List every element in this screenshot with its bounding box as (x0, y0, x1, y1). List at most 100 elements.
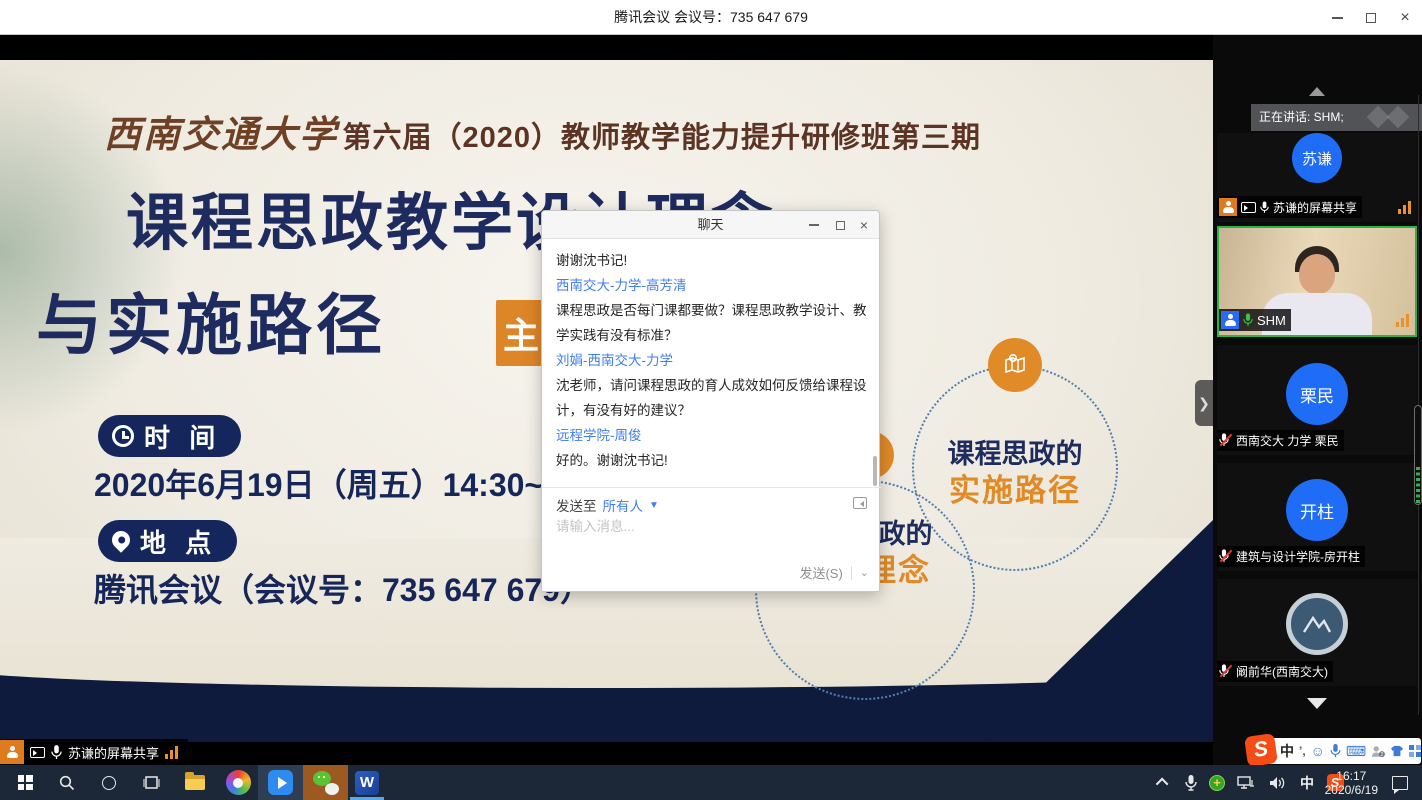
chat-minimize-button[interactable] (801, 211, 827, 239)
send-separator (851, 566, 852, 580)
word-taskbar-button[interactable]: W (348, 765, 386, 800)
tray-clock[interactable]: 16:17 2020/6/19 (1325, 765, 1378, 800)
sidebar-collapse-button[interactable]: ❯ (1195, 380, 1213, 426)
send-to-row: 发送至 所有人 ▼ (556, 495, 659, 515)
speaking-now-text: 正在讲话: SHM; (1259, 110, 1344, 124)
participant-tile-shm-video[interactable]: SHM (1217, 226, 1417, 337)
toolbox-grid-icon[interactable] (1409, 745, 1421, 757)
ethernet-icon (1237, 776, 1255, 790)
video-person-face (1299, 254, 1335, 294)
scroll-down-arrow[interactable] (1307, 698, 1327, 709)
file-explorer-button[interactable] (176, 765, 214, 800)
tray-mic-button[interactable] (1178, 765, 1204, 800)
tray-app-button[interactable]: + (1204, 765, 1230, 800)
skin-icon[interactable] (1390, 745, 1404, 757)
start-button[interactable] (8, 765, 42, 800)
window-title: 腾讯会议 会议号：735 647 679 (0, 0, 1422, 35)
window-minimize-button[interactable] (1320, 0, 1354, 35)
window-restore-button[interactable] (1354, 0, 1388, 35)
tray-network-button[interactable] (1232, 765, 1260, 800)
send-options-chevron-icon[interactable]: ⌄ (860, 566, 869, 579)
location-pill: 地 点 (98, 520, 237, 562)
person-icon (1224, 314, 1236, 326)
mic-muted-icon (1219, 433, 1232, 448)
chat-sender[interactable]: 西南交大-力学-高芳清 (556, 273, 867, 298)
participant-label: 建筑与设计学院-房开柱 (1217, 546, 1365, 567)
participant-name: 西南交大 力学 栗民 (1236, 432, 1339, 449)
mic-icon (51, 745, 62, 760)
chat-message-list[interactable]: 谢谢沈书记! 西南交大-力学-高芳清 课程思政是否每门课都要做？课程思政教学设计… (542, 239, 881, 486)
tencent-meeting-taskbar-button[interactable] (258, 765, 303, 800)
chat-input[interactable] (556, 519, 856, 534)
chat-sender[interactable]: 刘娟-西南交大-力学 (556, 348, 867, 373)
green-app-icon: + (1209, 775, 1225, 791)
tray-volume-button[interactable] (1262, 765, 1292, 800)
chat-message: 沈老师，请问课程思政的育人成效如何反馈给课程设计，有没有好的建议？ (556, 373, 867, 423)
chat-divider (542, 487, 881, 488)
mic-muted-icon (1219, 664, 1232, 679)
circle1-text-line2: 实施路径 (912, 465, 1118, 510)
host-role-icon (1219, 198, 1237, 216)
participant-label: SHM (1219, 309, 1291, 331)
slide-header: 西南交通大学 第六届（2020）教师教学能力提升研修班第三期 (104, 104, 981, 158)
browser-button[interactable] (218, 765, 258, 800)
participant-tile-suqian[interactable]: 苏谦 苏谦的屏幕共享 (1217, 133, 1417, 222)
cortana-icon (102, 776, 116, 790)
emblem-icon (1300, 612, 1334, 636)
action-center-button[interactable] (1382, 765, 1418, 800)
time-pill-label: 时 间 (144, 418, 221, 455)
sogou-logo-icon[interactable]: S (1244, 733, 1278, 767)
popout-icon[interactable] (853, 497, 867, 509)
chat-maximize-button[interactable] (827, 211, 853, 239)
chat-close-button[interactable]: × (851, 211, 877, 239)
chat-titlebar[interactable]: 聊天 × (542, 211, 879, 239)
slide-header-text: 第六届（2020）教师教学能力提升研修班第三期 (342, 122, 981, 154)
implementation-path-icon (988, 338, 1042, 392)
university-calligraphy: 西南交通大学 (104, 112, 338, 156)
tray-ime-mode-button[interactable]: 中 (1294, 765, 1320, 800)
word-icon: W (355, 771, 379, 795)
location-value: 腾讯会议（会议号：735 647 679） (94, 565, 592, 611)
voice-input-icon[interactable] (1330, 744, 1341, 758)
participant-name: 苏谦的屏幕共享 (1273, 199, 1357, 216)
ime-mode-toggle[interactable]: 中 (1280, 744, 1294, 758)
send-to-selector[interactable]: 所有人 (603, 495, 644, 515)
speaking-now-banner: 正在讲话: SHM; (1251, 104, 1422, 131)
member-role-icon (1221, 311, 1239, 329)
soft-keyboard-icon[interactable]: ⌨ (1346, 744, 1366, 758)
chat-window: 聊天 × 谢谢沈书记! 西南交大-力学-高芳清 课程思政是否每门课都要做？课程思… (541, 210, 880, 592)
time-value: 2020年6月19日（周五）14:30~16: (94, 460, 589, 506)
sidebar-scrollbar-thumb[interactable] (1414, 405, 1422, 505)
emoji-icon[interactable]: ☺ (1311, 744, 1325, 758)
participant-tile-kanqianhua[interactable]: 阚前华(西南交大) (1217, 579, 1417, 686)
participant-label: 阚前华(西南交大) (1217, 661, 1333, 682)
chat-scrollbar[interactable] (873, 456, 877, 486)
participant-tile-kaizhu[interactable]: 开柱 建筑与设计学院-房开柱 (1217, 463, 1417, 571)
close-icon: × (860, 218, 868, 232)
ime-punctuation-toggle[interactable]: ’, (1299, 745, 1306, 757)
window-close-button[interactable]: × (1388, 0, 1422, 35)
clock-icon (112, 425, 134, 447)
account-icon[interactable]: 2 (1371, 745, 1385, 758)
cortana-button[interactable] (92, 765, 126, 800)
chat-sender[interactable]: 远程学院-周俊 (556, 423, 867, 448)
chevron-down-icon[interactable]: ▼ (649, 500, 659, 511)
scroll-up-arrow[interactable] (1309, 87, 1325, 96)
windows-taskbar: W + 中 S 16:17 2020/6/19 (0, 765, 1422, 800)
participant-label: 苏谦的屏幕共享 (1217, 196, 1362, 218)
tray-time: 16:17 (1336, 769, 1366, 783)
wechat-taskbar-button[interactable] (303, 765, 348, 800)
sogou-ime-toolbar[interactable]: S 中 ’, ☺ ⌨ 2 (1258, 738, 1421, 764)
search-button[interactable] (50, 765, 84, 800)
tencent-meeting-icon (268, 770, 293, 795)
send-button[interactable]: 发送(S) (799, 563, 842, 582)
signal-bars-icon (1396, 314, 1409, 327)
restore-icon (1366, 13, 1376, 23)
avatar: 开柱 (1286, 479, 1348, 541)
task-view-button[interactable] (134, 765, 168, 800)
mic-icon (1185, 775, 1197, 791)
screen-share-banner: 苏谦的屏幕共享 (0, 739, 188, 765)
tray-expand-button[interactable] (1150, 765, 1176, 800)
participant-tile-limin[interactable]: 栗民 西南交大 力学 栗民 (1217, 345, 1417, 455)
participant-label: 西南交大 力学 栗民 (1217, 430, 1344, 451)
